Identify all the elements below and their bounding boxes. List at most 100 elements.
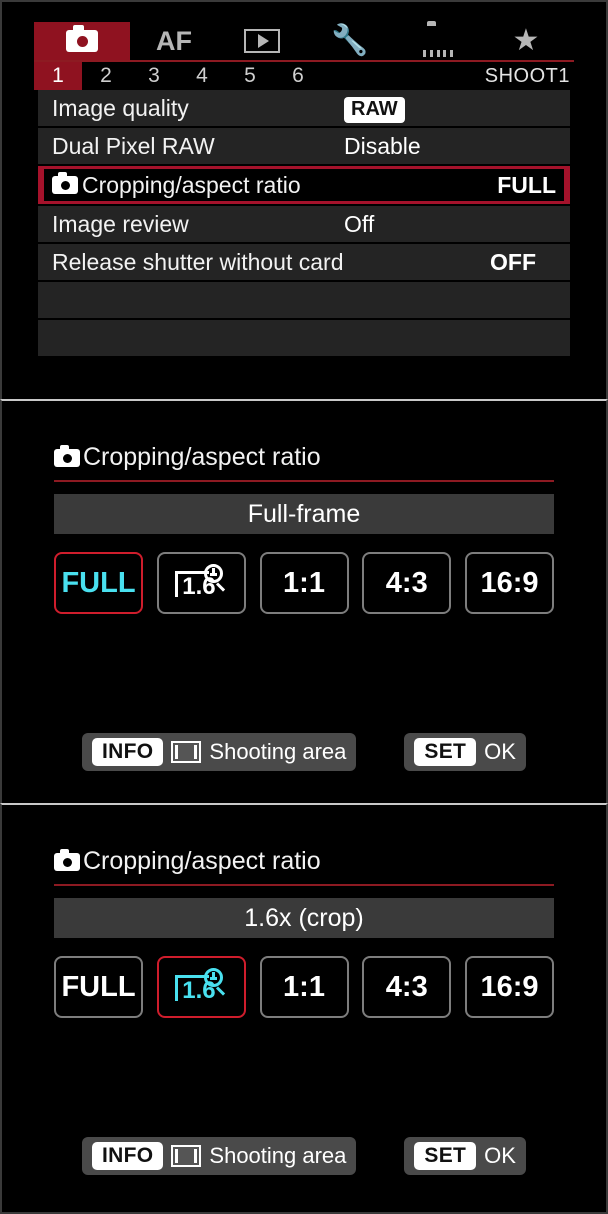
- info-button-key: INFO: [92, 738, 164, 767]
- camera-icon: [54, 848, 80, 871]
- menu-item-value: OFF: [490, 248, 536, 275]
- wrench-icon: 🔧: [331, 24, 369, 57]
- page-code-label: SHOOT1: [484, 64, 570, 87]
- detail-title: Cropping/aspect ratio: [54, 443, 554, 480]
- menu-tab-bar: AF 🔧 ★ 1 2 3 4 5 6 SHOOT1: [34, 22, 574, 90]
- page-number-6[interactable]: 6: [274, 62, 322, 90]
- page-number-5[interactable]: 5: [226, 62, 274, 90]
- shooting-menu-panel: AF 🔧 ★ 1 2 3 4 5 6 SHOOT1 Image quality …: [0, 0, 608, 399]
- set-guide-label: OK: [484, 1143, 516, 1169]
- cropping-detail-panel-crop: Cropping/aspect ratio 1.6x (crop) FULL 1…: [0, 803, 608, 1214]
- camera-icon: [54, 444, 80, 467]
- af-text-icon: AF: [156, 25, 192, 56]
- tab-my-menu[interactable]: ★: [482, 22, 570, 60]
- menu-row-image-quality[interactable]: Image quality RAW: [38, 90, 570, 128]
- set-guide-group[interactable]: SET OK: [404, 733, 526, 772]
- menu-row-release-shutter-without-card[interactable]: Release shutter without card OFF: [38, 244, 570, 282]
- menu-item-list: Image quality RAW Dual Pixel RAW Disable…: [38, 90, 570, 358]
- page-number-4[interactable]: 4: [178, 62, 226, 90]
- menu-item-label: Image quality: [52, 94, 189, 121]
- menu-row-empty-1: [38, 282, 570, 320]
- menu-item-value: FULL: [497, 171, 556, 198]
- magnifier-icon: [204, 968, 224, 987]
- detail-title-rule: [54, 884, 554, 886]
- option-1-1[interactable]: 1:1: [259, 956, 349, 1018]
- tab-af[interactable]: AF: [130, 22, 218, 60]
- menu-item-value: RAW: [344, 94, 405, 123]
- menu-item-label: Release shutter without card: [52, 248, 344, 275]
- set-guide-group[interactable]: SET OK: [404, 1137, 526, 1176]
- magnifier-handle-icon: [216, 582, 226, 592]
- play-triangle-icon: [258, 34, 269, 48]
- option-full[interactable]: FULL: [54, 552, 143, 614]
- option-4-3[interactable]: 4:3: [362, 956, 452, 1018]
- menu-item-label: Dual Pixel RAW: [52, 132, 215, 159]
- menu-row-image-review[interactable]: Image review Off: [38, 206, 570, 244]
- magnifier-icon: [204, 564, 224, 583]
- option-1-1[interactable]: 1:1: [259, 552, 349, 614]
- set-button-key: SET: [414, 738, 477, 767]
- option-4-3[interactable]: 4:3: [362, 552, 452, 614]
- camera-menu-screenshot: AF 🔧 ★ 1 2 3 4 5 6 SHOOT1 Image quality …: [0, 0, 608, 1214]
- custom-camera-icon: [421, 25, 455, 57]
- option-button-row: FULL 1.6 1:1 4:3 16:9: [54, 956, 554, 1018]
- page-number-3[interactable]: 3: [130, 62, 178, 90]
- option-1.6x-crop[interactable]: 1.6: [156, 552, 246, 614]
- option-button-row: FULL 1.6 1:1 4:3 16:9: [54, 552, 554, 614]
- option-1.6x-crop[interactable]: 1.6: [156, 956, 246, 1018]
- option-16-9[interactable]: 16:9: [465, 552, 554, 614]
- info-button-key: INFO: [92, 1142, 164, 1171]
- option-label: FULL: [61, 970, 136, 1003]
- option-label: 16:9: [480, 970, 539, 1003]
- crop-1.6-magnifier-icon: 1.6: [173, 967, 229, 1007]
- option-label: 1:1: [283, 566, 325, 599]
- option-label: 4:3: [385, 970, 428, 1003]
- bottom-guide-bar: INFO Shooting area SET OK: [2, 733, 606, 772]
- menu-item-value: Disable: [344, 132, 421, 159]
- info-guide-label: Shooting area: [209, 1143, 347, 1169]
- tab-setup[interactable]: 🔧: [306, 22, 394, 60]
- detail-title-rule: [54, 480, 554, 482]
- menu-item-value: Off: [344, 210, 375, 237]
- page-number-row: 1 2 3 4 5 6 SHOOT1: [34, 62, 574, 90]
- crop-1.6-magnifier-icon: 1.6: [173, 563, 229, 603]
- camera-icon: [66, 25, 98, 52]
- menu-item-label: Cropping/aspect ratio: [52, 172, 301, 199]
- detail-title-text: Cropping/aspect ratio: [83, 847, 321, 875]
- dots-icon: [423, 50, 453, 57]
- star-icon: ★: [512, 24, 540, 57]
- tab-icon-row: AF 🔧 ★: [34, 22, 574, 60]
- shooting-area-icon: [171, 741, 202, 764]
- info-guide-label: Shooting area: [209, 739, 347, 765]
- option-label: 1:1: [283, 970, 325, 1003]
- detail-title-text: Cropping/aspect ratio: [83, 443, 321, 471]
- menu-row-dual-pixel-raw[interactable]: Dual Pixel RAW Disable: [38, 128, 570, 166]
- info-guide-group[interactable]: INFO Shooting area: [82, 1137, 357, 1176]
- shooting-area-icon: [171, 1145, 202, 1168]
- menu-row-cropping-aspect-ratio[interactable]: Cropping/aspect ratio FULL: [38, 166, 570, 206]
- tab-custom-functions[interactable]: [394, 22, 482, 60]
- option-label: 4:3: [385, 566, 428, 599]
- magnifier-handle-icon: [216, 986, 226, 996]
- option-label: FULL: [61, 566, 136, 599]
- option-16-9[interactable]: 16:9: [465, 956, 554, 1018]
- menu-item-label: Image review: [52, 210, 189, 237]
- set-guide-label: OK: [484, 739, 516, 765]
- camera-icon: [52, 172, 78, 194]
- info-guide-group[interactable]: INFO Shooting area: [82, 733, 357, 772]
- option-full[interactable]: FULL: [54, 956, 143, 1018]
- current-value-bar: 1.6x (crop): [54, 898, 554, 938]
- selected-row-inner: Cropping/aspect ratio FULL: [44, 169, 564, 201]
- tab-playback[interactable]: [218, 22, 306, 60]
- raw-badge: RAW: [344, 96, 405, 123]
- tab-shooting[interactable]: [34, 22, 130, 60]
- menu-row-empty-2: [38, 320, 570, 358]
- bottom-guide-bar: INFO Shooting area SET OK: [2, 1137, 606, 1176]
- set-button-key: SET: [414, 1142, 477, 1171]
- page-number-1[interactable]: 1: [34, 62, 82, 90]
- detail-title: Cropping/aspect ratio: [54, 847, 554, 884]
- option-label: 16:9: [480, 566, 539, 599]
- page-number-2[interactable]: 2: [82, 62, 130, 90]
- cropping-detail-panel-full: Cropping/aspect ratio Full-frame FULL 1.…: [0, 399, 608, 803]
- current-value-bar: Full-frame: [54, 494, 554, 534]
